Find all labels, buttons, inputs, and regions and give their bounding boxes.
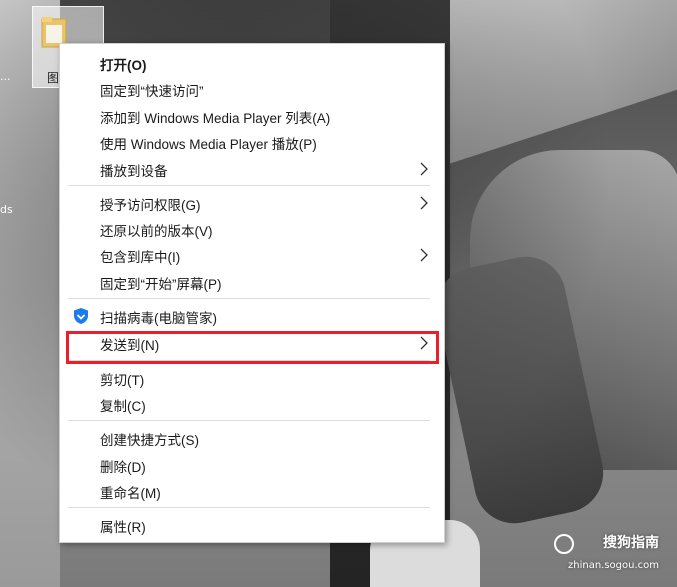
menu-item-scan-virus[interactable]: 扫描病毒(电脑管家) <box>60 303 444 329</box>
menu-item-label: 播放到设备 <box>100 164 168 179</box>
menu-separator <box>68 420 430 421</box>
menu-item-label: 使用 Windows Media Player 播放(P) <box>100 137 317 152</box>
menu-item-cast-to-device[interactable]: 播放到设备 <box>60 156 444 182</box>
desktop-edge-text: ... <box>0 70 11 83</box>
menu-item-label: 还原以前的版本(V) <box>100 224 213 239</box>
menu-item-label: 创建快捷方式(S) <box>100 433 199 448</box>
menu-item-label: 授予访问权限(G) <box>100 198 201 213</box>
desktop-edge-text: ds <box>0 203 13 216</box>
menu-item-create-shortcut[interactable]: 创建快捷方式(S) <box>60 425 444 451</box>
chevron-right-icon <box>420 196 428 210</box>
menu-item-copy[interactable]: 复制(C) <box>60 391 444 417</box>
menu-item-rename[interactable]: 重命名(M) <box>60 478 444 504</box>
menu-item-properties[interactable]: 属性(R) <box>60 512 444 538</box>
highlight-annotation-box <box>66 331 439 364</box>
menu-item-label: 删除(D) <box>100 460 146 475</box>
menu-item-delete[interactable]: 删除(D) <box>60 452 444 478</box>
watermark-url: zhinan.sogou.com <box>567 560 659 571</box>
menu-item-play-wmp[interactable]: 使用 Windows Media Player 播放(P) <box>60 129 444 155</box>
menu-item-label: 重命名(M) <box>100 486 161 501</box>
menu-item-label: 包含到库中(I) <box>100 250 181 265</box>
watermark-brand: 搜狗指南 <box>603 535 659 551</box>
menu-item-open[interactable]: 打开(O) <box>60 50 444 76</box>
menu-item-label: 打开(O) <box>100 58 147 73</box>
menu-separator <box>68 298 430 299</box>
menu-item-restore-versions[interactable]: 还原以前的版本(V) <box>60 216 444 242</box>
menu-item-give-access[interactable]: 授予访问权限(G) <box>60 190 444 216</box>
menu-item-label: 添加到 Windows Media Player 列表(A) <box>100 111 331 126</box>
sogou-logo-icon <box>554 534 574 554</box>
menu-item-label: 固定到“开始”屏幕(P) <box>100 277 222 292</box>
menu-item-label: 属性(R) <box>100 520 146 535</box>
menu-item-pin-quick-access[interactable]: 固定到“快速访问” <box>60 76 444 102</box>
menu-item-include-library[interactable]: 包含到库中(I) <box>60 242 444 268</box>
menu-separator <box>68 507 430 508</box>
menu-item-pin-start[interactable]: 固定到“开始”屏幕(P) <box>60 269 444 295</box>
chevron-right-icon <box>420 248 428 262</box>
menu-item-label: 剪切(T) <box>100 373 145 388</box>
menu-separator <box>68 185 430 186</box>
desktop-icon-label: 图 <box>47 71 60 85</box>
menu-item-cut[interactable]: 剪切(T) <box>60 365 444 391</box>
menu-item-label: 扫描病毒(电脑管家) <box>100 311 217 326</box>
menu-item-label: 复制(C) <box>100 399 146 414</box>
menu-item-label: 固定到“快速访问” <box>100 84 204 99</box>
chevron-right-icon <box>420 162 428 176</box>
tencent-pc-manager-shield-icon <box>74 308 88 324</box>
menu-item-add-wmp-list[interactable]: 添加到 Windows Media Player 列表(A) <box>60 103 444 129</box>
context-menu: 打开(O) 固定到“快速访问” 添加到 Windows Media Player… <box>59 43 445 543</box>
